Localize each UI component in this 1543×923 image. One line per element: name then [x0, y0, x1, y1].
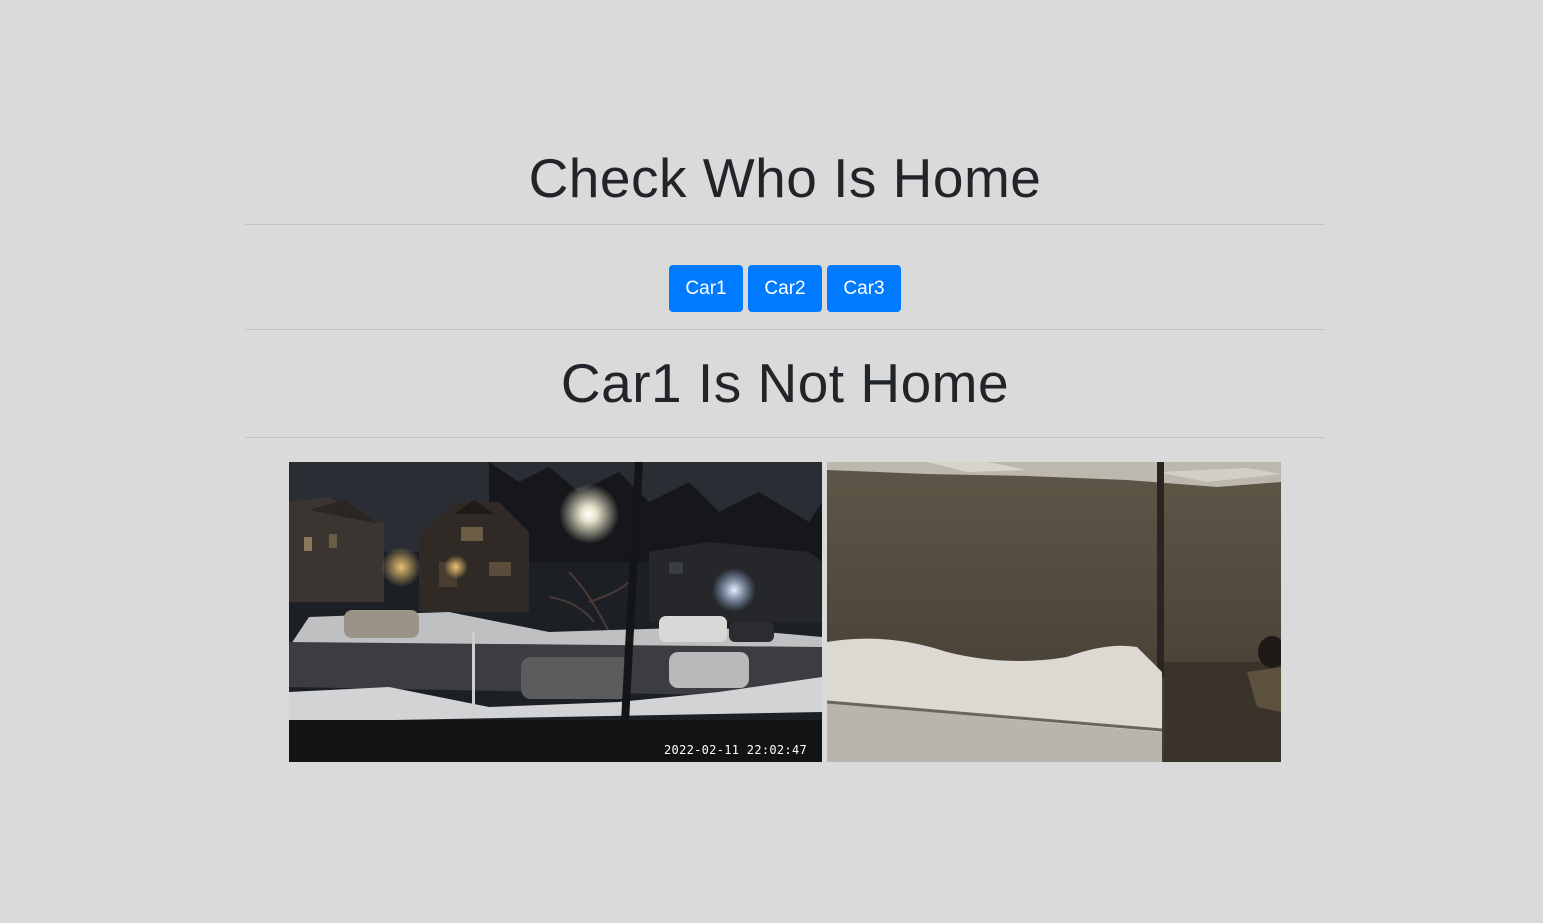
camera-feeds: 2022-02-11 22:02:47: [289, 462, 1281, 762]
car3-button[interactable]: Car3: [827, 265, 901, 312]
car1-button[interactable]: Car1: [669, 265, 743, 312]
divider: [245, 224, 1325, 225]
camera-2-snapshot: [827, 462, 1281, 762]
snow-closeup-image: [827, 462, 1281, 762]
status-message: Car1 Is Not Home: [560, 352, 1010, 414]
street-night-image: [289, 462, 822, 762]
page-title: Check Who Is Home: [528, 147, 1042, 209]
divider: [245, 437, 1325, 438]
page: Check Who Is Home Car1 Car2 Car3 Car1 Is…: [0, 0, 1543, 923]
car-button-group: Car1 Car2 Car3: [245, 265, 1325, 312]
camera-1-timestamp: 2022-02-11 22:02:47: [664, 743, 807, 757]
camera-1-snapshot: 2022-02-11 22:02:47: [289, 462, 822, 762]
car2-button[interactable]: Car2: [748, 265, 822, 312]
divider: [245, 329, 1325, 330]
